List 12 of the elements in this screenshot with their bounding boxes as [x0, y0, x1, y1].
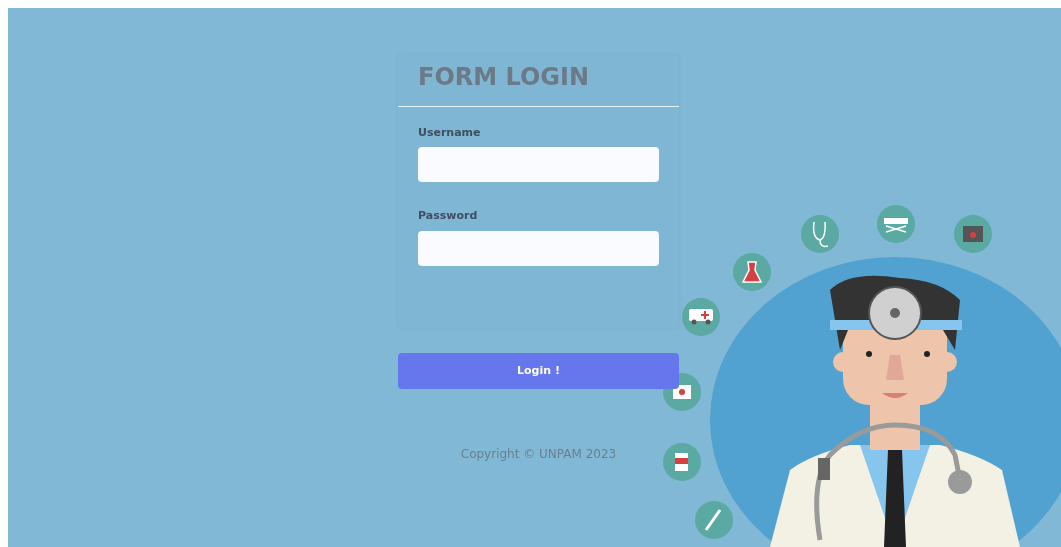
first-aid-kit-icon — [663, 373, 701, 411]
copyright-text: Copyright © UNPAM 2023 — [459, 445, 618, 463]
flask-icon — [733, 253, 771, 291]
ambulance-icon — [682, 298, 720, 336]
form-title: FORM LOGIN — [417, 62, 591, 93]
stethoscope-icon — [801, 215, 839, 253]
login-button[interactable]: Login ! — [398, 352, 679, 389]
input-field[interactable] — [418, 230, 659, 266]
field-label: Username — [418, 124, 482, 141]
bed-icon — [877, 205, 915, 243]
input-field[interactable] — [418, 147, 659, 183]
field-label: Password — [418, 208, 479, 225]
